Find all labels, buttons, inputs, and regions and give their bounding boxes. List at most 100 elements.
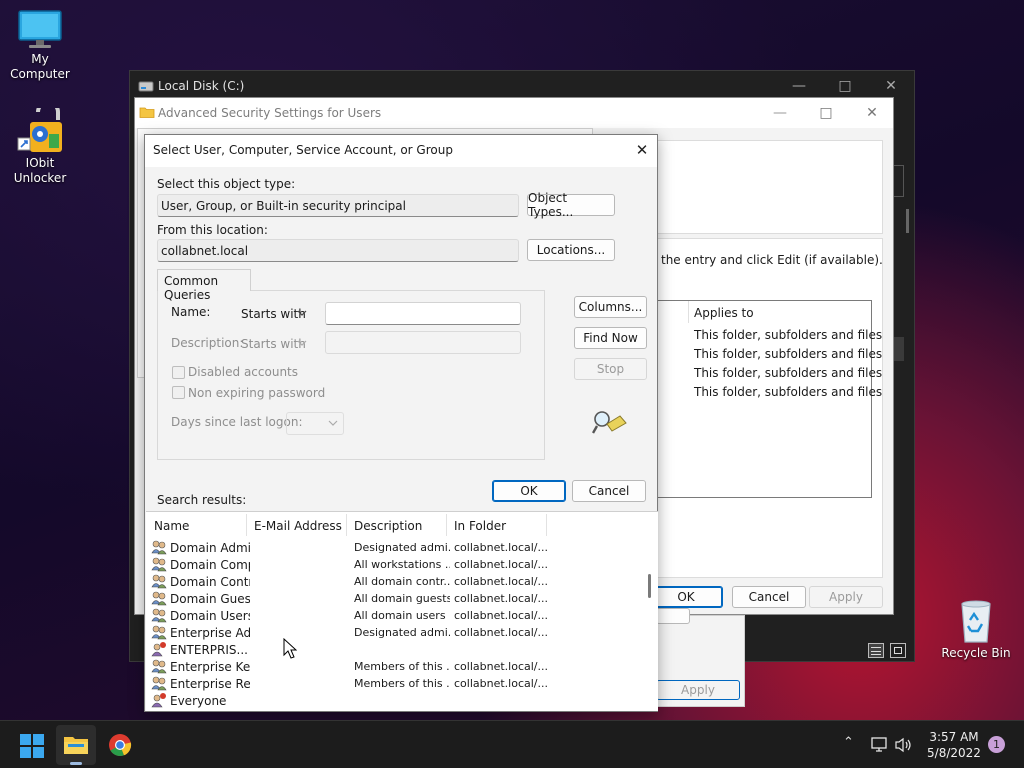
- result-folder-cell: collabnet.local/...: [454, 660, 548, 673]
- applies-to-cell[interactable]: This folder, subfolders and files: [694, 385, 882, 399]
- advanced-security-titlebar[interactable]: Advanced Security Settings for Users — □…: [135, 98, 893, 128]
- non-expiring-password-checkbox[interactable]: [172, 386, 185, 399]
- clock[interactable]: 3:57 AM 5/8/2022: [922, 729, 986, 761]
- apply-button-behind[interactable]: Apply: [656, 680, 740, 700]
- search-results-list[interactable]: Name E-Mail Address Description In Folde…: [146, 511, 658, 711]
- desktop-icon-recycle-bin[interactable]: Recycle Bin: [936, 598, 1016, 661]
- result-row[interactable]: Enterprise Ad... Designated admi... collab…: [150, 624, 650, 641]
- result-row[interactable]: Domain Contr... All domain contr... collab…: [150, 573, 650, 590]
- chevron-down-icon: [297, 340, 307, 346]
- stop-button[interactable]: Stop: [574, 358, 647, 380]
- maximize-button[interactable]: □: [803, 98, 849, 128]
- windows-logo-icon: [20, 734, 44, 758]
- disabled-accounts-label: Disabled accounts: [188, 365, 299, 379]
- result-row[interactable]: Enterprise Re... Members of this ... colla…: [150, 675, 650, 692]
- group-icon: [151, 625, 167, 640]
- column-header-in-folder[interactable]: In Folder: [454, 519, 506, 533]
- column-divider: [346, 514, 347, 536]
- minimize-button[interactable]: —: [757, 98, 803, 128]
- edit-button-partial[interactable]: [656, 608, 690, 624]
- applies-to-cell[interactable]: This folder, subfolders and files: [694, 366, 882, 380]
- result-row[interactable]: Everyone: [150, 692, 650, 709]
- tab-common-queries[interactable]: Common Queries: [157, 269, 251, 302]
- results-scrollbar-thumb[interactable]: [648, 574, 651, 598]
- result-name-cell: Domain Comp...: [170, 557, 250, 572]
- instruction-text: the entry and click Edit (if available).: [661, 253, 883, 267]
- properties-window-strip: Apply: [656, 608, 745, 707]
- desktop-icon-label: My Computer: [10, 52, 70, 81]
- result-row[interactable]: Domain Guests All domain guests collabnet.…: [150, 590, 650, 607]
- column-header-email[interactable]: E-Mail Address: [254, 519, 342, 533]
- iobit-unlocker-icon: [17, 108, 62, 152]
- name-input[interactable]: [325, 302, 521, 325]
- permission-entries-list[interactable]: Applies to This folder, subfolders and f…: [657, 300, 882, 498]
- group-icon: [151, 659, 167, 674]
- disabled-accounts-checkbox[interactable]: [172, 366, 185, 379]
- desktop-icon-my-computer[interactable]: My Computer: [0, 8, 80, 82]
- chrome-taskbar-button[interactable]: [100, 725, 140, 765]
- window-title: Advanced Security Settings for Users: [158, 106, 382, 120]
- column-header-description[interactable]: Description: [354, 519, 422, 533]
- desktop-icon-iobit-unlocker[interactable]: IObit Unlocker: [0, 108, 80, 186]
- dialog-titlebar[interactable]: Select User, Computer, Service Account, …: [145, 135, 657, 167]
- group-icon: [151, 591, 167, 606]
- object-types-button[interactable]: Object Types...: [527, 191, 615, 219]
- clock-date: 5/8/2022: [927, 746, 981, 760]
- desktop-icon-label: Recycle Bin: [941, 646, 1011, 660]
- days-since-logon-select[interactable]: [286, 412, 344, 435]
- folder-icon: [139, 107, 155, 118]
- applies-to-cell[interactable]: This folder, subfolders and files: [694, 328, 882, 342]
- speaker-icon[interactable]: [894, 737, 912, 753]
- result-row[interactable]: Enterprise Ke... Members of this ... colla…: [150, 658, 650, 675]
- start-button[interactable]: [14, 731, 50, 761]
- result-description-cell: Members of this ...: [354, 677, 450, 690]
- close-button[interactable]: ✕: [849, 98, 895, 128]
- locations-button[interactable]: Locations...: [527, 239, 615, 261]
- apply-button[interactable]: Apply: [809, 586, 883, 608]
- column-divider: [546, 514, 547, 536]
- result-folder-cell: collabnet.local/...: [454, 677, 548, 690]
- tiles-view-icon[interactable]: [890, 643, 906, 658]
- special-principal-icon: [151, 642, 166, 657]
- columns-button[interactable]: Columns...: [574, 296, 647, 318]
- explorer-scrollbar[interactable]: [906, 209, 909, 233]
- result-folder-cell: collabnet.local/...: [454, 609, 548, 622]
- notification-badge[interactable]: 1: [988, 736, 1005, 753]
- file-explorer-taskbar-button[interactable]: [56, 725, 96, 765]
- network-icon[interactable]: [870, 737, 888, 753]
- show-hidden-icons-chevron-icon[interactable]: ⌃: [843, 735, 854, 750]
- result-row[interactable]: Domain Admins Designated admi... collabnet…: [150, 539, 650, 556]
- result-name-cell: ENTERPRIS...: [170, 642, 248, 657]
- result-description-cell: All workstations ...: [354, 558, 450, 571]
- description-mode-select[interactable]: Starts with: [237, 332, 313, 355]
- result-folder-cell: collabnet.local/...: [454, 575, 548, 588]
- name-label: Name:: [171, 305, 211, 319]
- result-row[interactable]: Domain Comp... All workstations ... collab…: [150, 556, 650, 573]
- applies-to-header[interactable]: Applies to: [694, 306, 754, 320]
- applies-to-cell[interactable]: This folder, subfolders and files: [694, 347, 882, 361]
- result-row[interactable]: ENTERPRIS...: [150, 641, 650, 658]
- name-mode-select[interactable]: Starts with: [237, 302, 313, 325]
- result-row[interactable]: Domain Users All domain users collabnet.lo…: [150, 607, 650, 624]
- find-now-button[interactable]: Find Now: [574, 327, 647, 349]
- result-name-cell: Domain Guests: [170, 591, 250, 606]
- result-folder-cell: collabnet.local/...: [454, 592, 548, 605]
- ok-button[interactable]: OK: [649, 586, 723, 608]
- monitor-icon: [18, 10, 62, 48]
- ok-button[interactable]: OK: [492, 480, 566, 502]
- recycle-bin-icon: [961, 600, 991, 643]
- close-button[interactable]: ✕: [621, 135, 663, 165]
- result-name-cell: Enterprise Ke...: [170, 659, 250, 674]
- file-explorer-icon: [64, 737, 88, 754]
- description-input[interactable]: [325, 331, 521, 354]
- chevron-down-icon: [328, 420, 338, 426]
- column-header-name[interactable]: Name: [154, 519, 189, 533]
- clock-time: 3:57 AM: [929, 730, 979, 744]
- column-divider: [688, 301, 689, 323]
- cancel-button[interactable]: Cancel: [732, 586, 806, 608]
- result-name-cell: Everyone: [170, 693, 227, 708]
- search-results-label: Search results:: [157, 493, 247, 507]
- notification-count: 1: [993, 738, 1000, 751]
- cancel-button[interactable]: Cancel: [572, 480, 646, 502]
- details-view-icon[interactable]: [868, 643, 884, 658]
